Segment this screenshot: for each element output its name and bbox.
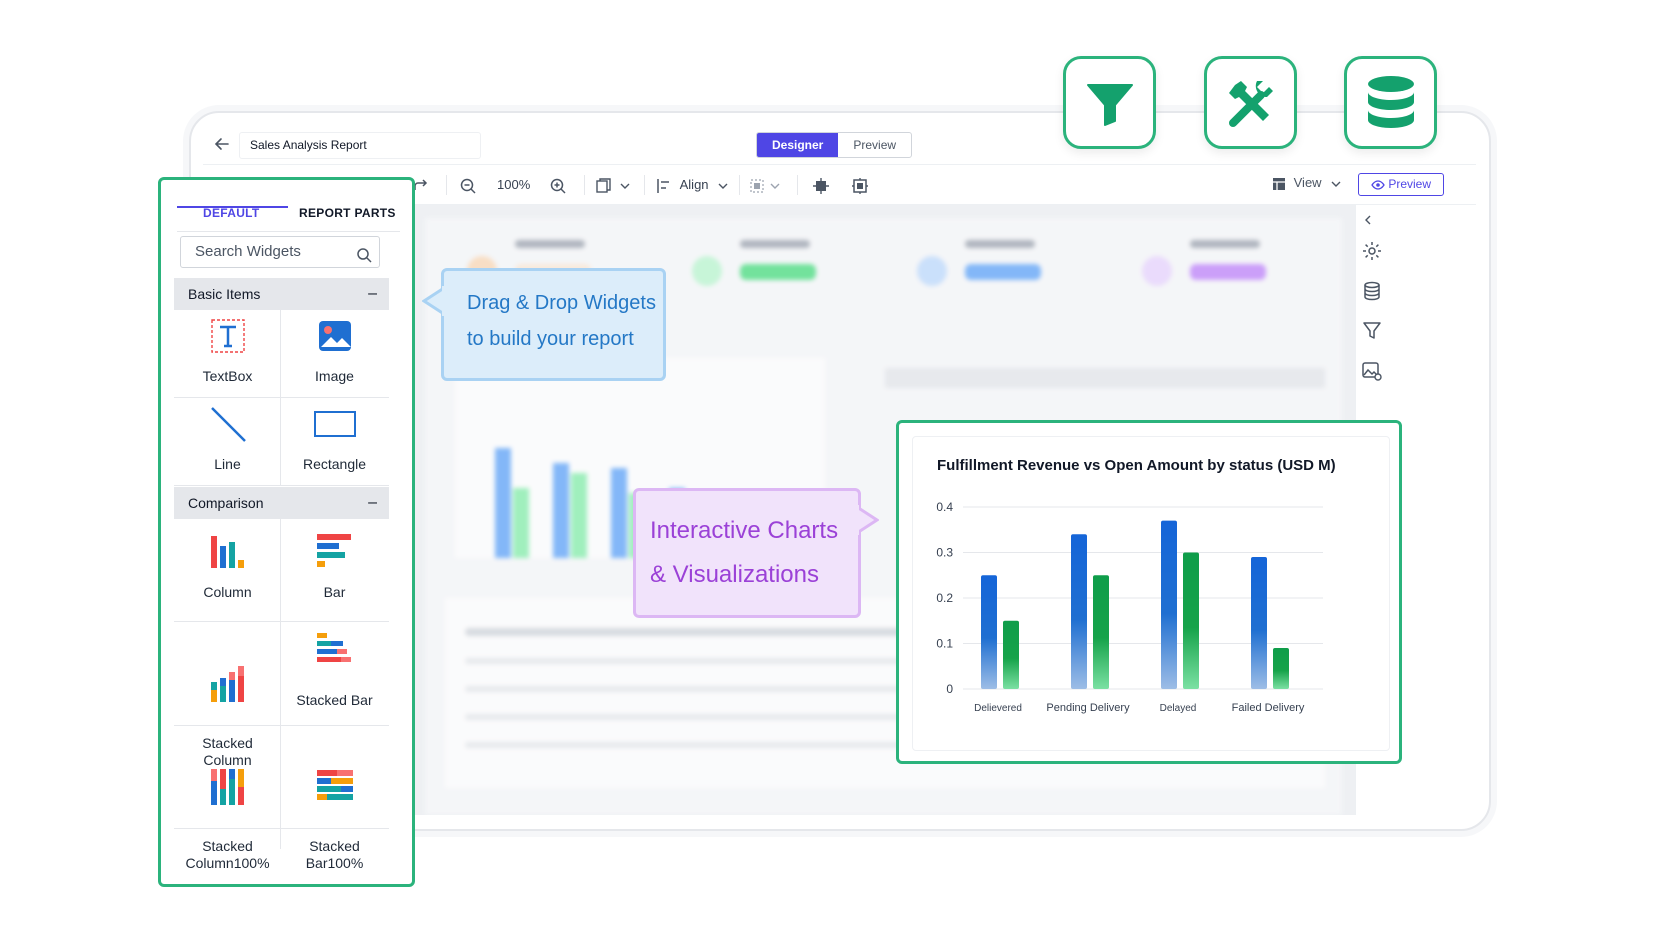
view-dropdown[interactable]: View	[1272, 175, 1343, 191]
widget-stacked-bar100[interactable]: Stacked Bar100%	[281, 733, 388, 872]
highlighted-chart-frame: Fulfillment Revenue vs Open Amount by st…	[896, 420, 1402, 764]
group-comparison[interactable]: Comparison –	[174, 487, 389, 519]
widget-label: Stacked Column100%	[185, 838, 270, 871]
group-dropdown-icon[interactable]	[749, 175, 783, 195]
table-header-placeholder	[885, 368, 1325, 388]
x-tick-label: Pending Delivery	[1046, 702, 1130, 714]
widget-label: Image	[315, 368, 354, 384]
image-settings-icon[interactable]	[1361, 360, 1383, 382]
stacked-bar-icon	[281, 630, 388, 674]
zoom-in-icon[interactable]	[549, 175, 567, 195]
collapse-chevron-icon[interactable]	[1361, 213, 1383, 235]
tab-default[interactable]: DEFAULT	[203, 206, 260, 220]
tools-feature-icon	[1204, 56, 1297, 149]
callout-pointer	[422, 286, 446, 316]
chart-bar	[1273, 648, 1289, 689]
callout-line: Interactive Charts	[650, 517, 839, 544]
filter-icon[interactable]	[1361, 320, 1383, 342]
search-widgets-input[interactable]: Search Widgets	[180, 236, 380, 268]
group-basic-items[interactable]: Basic Items –	[174, 278, 389, 310]
interactive-charts-callout: Interactive Charts & Visualizations	[633, 488, 861, 618]
y-tick-label: 0.2	[936, 591, 953, 605]
tab-preview[interactable]: Preview	[838, 133, 911, 157]
widget-label: Stacked Bar100%	[305, 838, 364, 871]
chart-widget[interactable]: Fulfillment Revenue vs Open Amount by st…	[912, 436, 1390, 751]
bar-chart: 0 0.1 0.2 0.3 0.4 Delievered Pending Delivery D…	[936, 500, 1323, 714]
preview-button-label: Preview	[1388, 177, 1432, 191]
chart-bar	[1161, 520, 1177, 689]
bring-front-icon[interactable]	[812, 175, 830, 195]
collapse-icon[interactable]: –	[368, 487, 377, 519]
widget-label: Column	[203, 584, 252, 600]
widget-label: Rectangle	[302, 456, 367, 472]
collapse-icon[interactable]: –	[368, 278, 377, 310]
zoom-out-icon[interactable]	[459, 175, 477, 195]
kpi-card	[1120, 230, 1330, 290]
report-title-input[interactable]: Sales Analysis Report	[239, 132, 481, 159]
widget-column[interactable]: Column	[174, 532, 281, 601]
y-tick-label: 0.1	[936, 637, 953, 651]
search-icon	[356, 244, 372, 274]
widget-panel: DEFAULT REPORT PARTS Search Widgets Basi…	[158, 177, 415, 887]
widget-tabs: DEFAULT REPORT PARTS	[177, 196, 400, 232]
preview-button[interactable]: Preview	[1358, 173, 1444, 196]
settings-gear-icon[interactable]	[1361, 240, 1383, 262]
align-label: Align	[679, 177, 709, 192]
copy-dropdown-icon[interactable]	[595, 175, 635, 195]
tab-report-parts[interactable]: REPORT PARTS	[299, 206, 396, 220]
widget-stacked-bar[interactable]: Stacked Bar	[281, 630, 388, 708]
view-label: View	[1293, 175, 1322, 190]
widget-image[interactable]: Image	[281, 318, 388, 385]
stacked-column100-icon	[174, 750, 281, 811]
line-icon	[174, 406, 281, 446]
widget-rectangle[interactable]: Rectangle	[281, 406, 388, 473]
kpi-card	[670, 230, 880, 290]
send-back-icon[interactable]	[851, 175, 869, 195]
group-title: Comparison	[188, 495, 264, 511]
widget-label: Bar	[323, 584, 346, 600]
widget-label: Line	[214, 456, 241, 472]
align-dropdown[interactable]: Align	[656, 175, 730, 195]
callout-pointer	[857, 505, 879, 535]
callout-line: Drag & Drop Widgets	[467, 292, 656, 314]
back-arrow-icon[interactable]	[213, 135, 233, 155]
widget-line[interactable]: Line	[174, 406, 281, 473]
x-tick-label: Delievered	[974, 703, 1022, 714]
y-tick-label: 0	[946, 682, 953, 696]
drag-drop-callout: Drag & Drop Widgets to build your report	[441, 268, 666, 381]
widget-label: TextBox	[202, 368, 253, 384]
database-feature-icon	[1344, 56, 1437, 149]
x-tick-label: Failed Delivery	[1232, 702, 1305, 714]
widget-bar[interactable]: Bar	[281, 532, 388, 601]
zoom-level[interactable]: 100%	[497, 175, 530, 195]
callout-line: to build your report	[467, 328, 634, 350]
stacked-column-icon	[174, 647, 281, 708]
textbox-icon	[174, 318, 281, 358]
y-tick-label: 0.3	[936, 546, 953, 560]
chart-bar	[1071, 534, 1087, 689]
chart-bar	[981, 575, 997, 689]
x-tick-label: Delayed	[1160, 703, 1197, 714]
search-placeholder: Search Widgets	[195, 243, 301, 260]
image-icon	[281, 318, 388, 358]
y-tick-label: 0.4	[936, 500, 953, 514]
chart-bar	[1093, 575, 1109, 689]
filter-feature-icon	[1063, 56, 1156, 149]
mode-toggle: Designer Preview	[756, 132, 913, 158]
rectangle-icon	[281, 406, 388, 446]
data-source-icon[interactable]	[1361, 280, 1383, 302]
kpi-card	[895, 230, 1105, 290]
widget-label: Stacked Bar	[296, 692, 373, 708]
column-chart-icon	[174, 532, 281, 574]
callout-line: & Visualizations	[650, 561, 819, 588]
chart-bar	[1183, 552, 1199, 689]
group-title: Basic Items	[188, 286, 261, 302]
widget-stacked-column100[interactable]: Stacked Column100%	[174, 733, 281, 872]
stacked-bar100-icon	[281, 750, 388, 811]
chart-bar	[1003, 620, 1019, 689]
chart-bar	[1251, 557, 1267, 689]
widget-textbox[interactable]: TextBox	[174, 318, 281, 385]
tab-designer[interactable]: Designer	[757, 133, 839, 157]
bar-chart-icon	[281, 532, 388, 574]
